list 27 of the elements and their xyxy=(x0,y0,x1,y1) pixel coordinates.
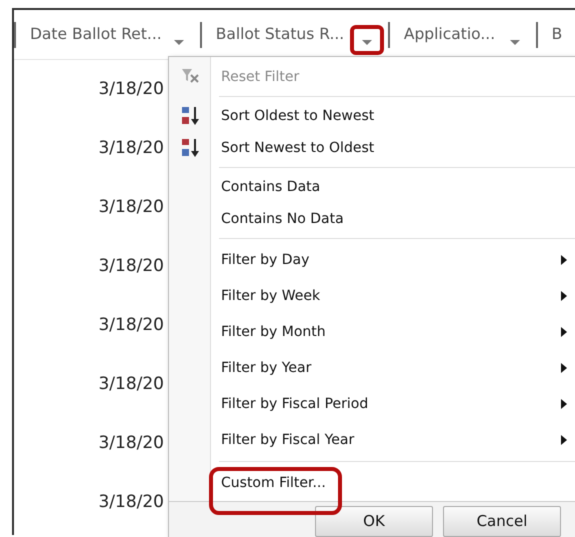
cancel-button[interactable]: Cancel xyxy=(443,506,561,537)
table-cell-text: 3/18/20 xyxy=(97,372,164,396)
sort-ascending-icon xyxy=(180,105,200,127)
table-cell-text: 3/18/20 xyxy=(97,196,164,219)
column-header[interactable]: B xyxy=(552,22,562,46)
menu-item[interactable]: Sort Oldest to Newest xyxy=(211,106,374,126)
menu-item[interactable]: Contains Data xyxy=(211,176,320,198)
column-header[interactable]: Date Ballot Ret... xyxy=(30,22,162,46)
column-header[interactable]: Applicatio... xyxy=(404,22,496,46)
table-cell-text: 3/18/20 xyxy=(97,490,164,514)
menu-item[interactable]: Filter by Day xyxy=(211,250,310,270)
menu-item[interactable]: Contains No Data xyxy=(211,208,344,230)
ok-button[interactable]: OK xyxy=(315,506,433,537)
table-cell-text: 3/18/20 xyxy=(97,432,164,455)
table-cell-text: 3/18/20 xyxy=(97,254,164,278)
menu-item[interactable]: Filter by Month xyxy=(211,322,326,342)
menu-item[interactable]: Filter by Fiscal Period xyxy=(211,394,368,414)
sort-descending-icon xyxy=(180,137,200,159)
column-header[interactable]: Ballot Status R... xyxy=(216,22,344,46)
menu-item[interactable]: Filter by Fiscal Year xyxy=(211,430,354,450)
table-cell-text: 3/18/20 xyxy=(97,78,164,101)
menu-item[interactable]: Filter by Year xyxy=(211,358,312,378)
table-cell-text: 3/18/20 xyxy=(97,314,164,337)
menu-item[interactable]: Filter by Week xyxy=(211,286,320,306)
menu-item[interactable]: Sort Newest to Oldest xyxy=(211,138,374,158)
table-cell-text: 3/18/20 xyxy=(97,136,164,160)
menu-item[interactable]: Custom Filter... xyxy=(211,472,326,494)
